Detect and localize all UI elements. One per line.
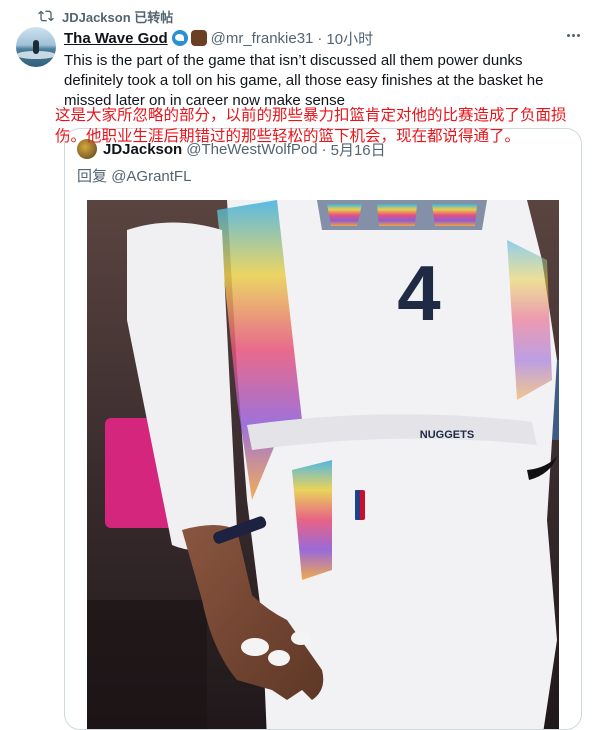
author-handle[interactable]: @mr_frankie31 xyxy=(211,30,314,47)
more-icon[interactable] xyxy=(567,34,580,37)
player-photo-illustration: 4 NUGGETS xyxy=(87,200,559,729)
jersey-number: 4 xyxy=(397,249,440,337)
retweet-icon xyxy=(38,10,54,22)
chinese-translation-overlay: 这是大家所忽略的部分，以前的那些暴力扣篮肯定对他的比赛造成了负面损伤。他职业生涯… xyxy=(55,106,567,145)
retweet-label: JDJackson 已转帖 xyxy=(62,9,174,25)
retweet-indicator[interactable]: JDJackson 已转帖 xyxy=(38,6,173,26)
reply-prefix: 回复 xyxy=(77,168,108,185)
reply-context: 回复 @AGrantFL xyxy=(77,165,191,186)
reply-mention[interactable]: @AGrantFL xyxy=(111,168,191,185)
tweet-header: Tha Wave God @mr_frankie31 · 10小时 xyxy=(64,28,582,48)
tweet-text: This is the part of the game that isn’t … xyxy=(64,52,544,109)
fist-emoji-icon xyxy=(190,30,207,46)
wave-emoji-icon xyxy=(171,30,188,46)
waistband-text: NUGGETS xyxy=(420,429,474,441)
quoted-tweet[interactable]: JDJackson @TheWestWolfPod · 5月16日 回复 @AG… xyxy=(64,128,582,730)
author-avatar[interactable] xyxy=(16,27,56,67)
separator-dot: · xyxy=(317,29,323,47)
tweet-time[interactable]: 10小时 xyxy=(326,28,373,49)
quoted-photo[interactable]: 4 NUGGETS xyxy=(87,200,559,729)
author-name[interactable]: Tha Wave God xyxy=(64,30,168,47)
